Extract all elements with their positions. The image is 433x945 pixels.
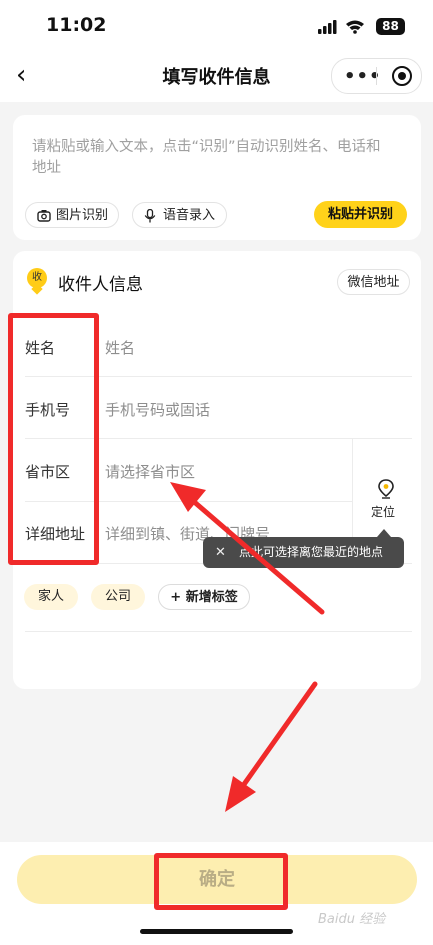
tag-company[interactable]: 公司 bbox=[91, 584, 145, 610]
camera-icon bbox=[37, 210, 51, 222]
capsule-divider bbox=[376, 67, 377, 85]
close-icon[interactable]: ✕ bbox=[215, 537, 226, 568]
close-target-icon[interactable] bbox=[392, 66, 412, 86]
signal-wifi-icon bbox=[318, 20, 364, 34]
status-time: 11:02 bbox=[46, 14, 107, 36]
add-tag-button[interactable]: + 新增标签 bbox=[158, 584, 250, 610]
watermark: Baidu 经验 bbox=[318, 912, 386, 927]
recipient-badge-icon: 收 bbox=[27, 268, 47, 288]
voice-input-label: 语音录入 bbox=[163, 208, 216, 223]
microphone-icon bbox=[144, 209, 156, 223]
home-indicator bbox=[140, 929, 293, 934]
recipient-section-title: 收件人信息 bbox=[58, 275, 143, 295]
divider bbox=[25, 631, 412, 632]
tag-family[interactable]: 家人 bbox=[24, 584, 78, 610]
mini-program-capsule: ••• bbox=[331, 58, 422, 94]
paste-recognize-button[interactable]: 粘贴并识别 bbox=[314, 201, 407, 228]
locate-tooltip: ✕ 点此可选择离您最近的地点 bbox=[203, 537, 404, 568]
tooltip-arrow bbox=[377, 529, 391, 537]
region-select[interactable]: 请选择省市区 bbox=[105, 461, 195, 482]
location-pin-icon[interactable] bbox=[377, 479, 395, 499]
phone-input[interactable]: 手机号码或固话 bbox=[105, 399, 210, 420]
name-input[interactable]: 姓名 bbox=[105, 337, 135, 358]
annotation-label-box bbox=[8, 313, 99, 565]
paste-text-input[interactable]: 请粘贴或输入文本，点击“识别”自动识别姓名、电话和地址 bbox=[32, 137, 392, 179]
image-recognize-label: 图片识别 bbox=[56, 208, 109, 223]
wechat-address-button[interactable]: 微信地址 bbox=[337, 269, 410, 295]
image-recognize-button[interactable]: 图片识别 bbox=[25, 202, 119, 228]
voice-input-button[interactable]: 语音录入 bbox=[132, 202, 227, 228]
annotation-confirm-box bbox=[154, 853, 288, 910]
tooltip-text: 点此可选择离您最近的地点 bbox=[239, 545, 384, 559]
battery-icon: 88 bbox=[376, 18, 405, 35]
locate-button[interactable]: 定位 bbox=[371, 503, 395, 520]
